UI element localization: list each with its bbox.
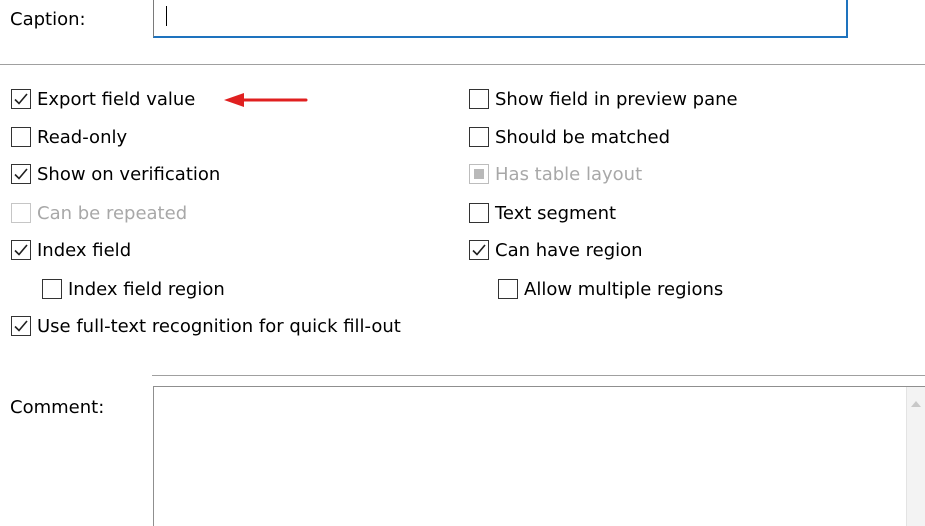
- option-allow-multiple-regions[interactable]: Allow multiple regions: [498, 276, 723, 302]
- caption-label: Caption:: [10, 9, 86, 30]
- option-should-be-matched[interactable]: Should be matched: [469, 124, 670, 150]
- export-field-value-checkbox[interactable]: [11, 89, 31, 109]
- option-can-have-region[interactable]: Can have region: [469, 237, 643, 263]
- checkmark-icon: [14, 244, 28, 256]
- show-field-in-preview-pane-checkbox[interactable]: [469, 89, 489, 109]
- show-on-verification-label: Show on verification: [37, 163, 221, 185]
- comment-textarea[interactable]: [153, 386, 925, 526]
- can-have-region-checkbox[interactable]: [469, 240, 489, 260]
- should-be-matched-checkbox[interactable]: [469, 127, 489, 147]
- export-field-value-label: Export field value: [37, 88, 196, 110]
- separator-top: [0, 64, 925, 65]
- left-arrow-icon: [224, 93, 308, 107]
- option-text-segment[interactable]: Text segment: [469, 200, 616, 226]
- option-index-field-region[interactable]: Index field region: [42, 276, 225, 302]
- option-index-field[interactable]: Index field: [11, 237, 131, 263]
- text-segment-checkbox[interactable]: [469, 203, 489, 223]
- checkmark-icon: [472, 244, 486, 256]
- allow-multiple-regions-label: Allow multiple regions: [524, 278, 724, 300]
- show-field-in-preview-pane-label: Show field in preview pane: [495, 88, 738, 110]
- can-be-repeated-label: Can be repeated: [37, 202, 188, 224]
- checkmark-icon: [14, 320, 28, 332]
- read-only-label: Read-only: [37, 126, 128, 148]
- option-export-field-value[interactable]: Export field value: [11, 86, 195, 112]
- index-field-label: Index field: [37, 239, 132, 261]
- read-only-checkbox[interactable]: [11, 127, 31, 147]
- has-table-layout-checkbox: [469, 164, 489, 184]
- index-field-checkbox[interactable]: [11, 240, 31, 260]
- checkmark-icon: [14, 93, 28, 105]
- full-text-recognition-checkbox[interactable]: [11, 316, 31, 336]
- option-read-only[interactable]: Read-only: [11, 124, 127, 150]
- can-be-repeated-checkbox: [11, 203, 31, 223]
- comment-scrollbar[interactable]: [906, 387, 925, 526]
- field-properties-panel: Caption: Export field value Read-only Sh…: [0, 0, 925, 526]
- separator-bottom: [152, 375, 925, 376]
- show-on-verification-checkbox[interactable]: [11, 164, 31, 184]
- comment-label: Comment:: [10, 397, 105, 418]
- option-full-text-recognition[interactable]: Use full-text recognition for quick fill…: [11, 313, 401, 339]
- can-have-region-label: Can have region: [495, 239, 643, 261]
- text-caret: [166, 6, 167, 26]
- option-show-field-in-preview-pane[interactable]: Show field in preview pane: [469, 86, 738, 112]
- caption-input[interactable]: [153, 0, 848, 38]
- text-segment-label: Text segment: [495, 202, 617, 224]
- has-table-layout-label: Has table layout: [495, 163, 643, 185]
- option-can-be-repeated: Can be repeated: [11, 200, 187, 226]
- should-be-matched-label: Should be matched: [495, 126, 671, 148]
- scroll-up-arrow-icon[interactable]: [911, 401, 921, 407]
- option-has-table-layout: Has table layout: [469, 161, 642, 187]
- index-field-region-label: Index field region: [68, 278, 225, 300]
- full-text-recognition-label: Use full-text recognition for quick fill…: [37, 315, 401, 337]
- option-show-on-verification[interactable]: Show on verification: [11, 161, 220, 187]
- index-field-region-checkbox[interactable]: [42, 279, 62, 299]
- allow-multiple-regions-checkbox[interactable]: [498, 279, 518, 299]
- checkmark-icon: [14, 168, 28, 180]
